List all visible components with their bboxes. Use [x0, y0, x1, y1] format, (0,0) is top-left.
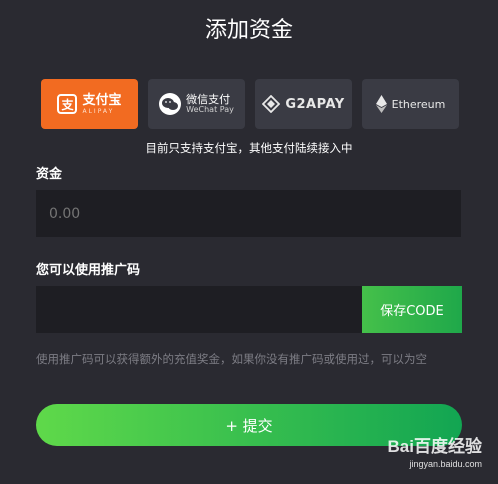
alipay-label-en: ALIPAY: [82, 107, 115, 115]
save-code-button[interactable]: 保存CODE: [362, 286, 462, 333]
page-title: 添加资金: [204, 18, 293, 43]
payment-option-alipay[interactable]: 支 支付宝 ALIPAY: [41, 79, 138, 129]
wechat-label: 微信支付: [186, 93, 231, 107]
promo-code-input[interactable]: [36, 286, 362, 333]
payment-method-list: 支 支付宝 ALIPAY 微信支付 WeChat Pay G2APAY Ethe…: [41, 79, 459, 129]
wechat-icon: [159, 93, 182, 115]
ethereum-label: Ethereum: [391, 97, 446, 111]
ethereum-icon: [375, 95, 387, 113]
wechat-label-en: WeChat Pay: [186, 104, 234, 114]
alipay-icon: 支: [57, 94, 78, 114]
promo-hint: 使用推广码可以获得额外的充值奖金，如果你没有推广码或使用过，可以为空: [36, 352, 427, 366]
promo-code-label: 您可以使用推广码: [36, 263, 141, 278]
watermark: Bai百度经验 jingyan.baidu.com: [362, 432, 482, 476]
g2apay-label: G2APAY: [285, 96, 345, 112]
watermark-url: jingyan.baidu.com: [409, 459, 482, 469]
watermark-brand: Bai百度经验: [387, 437, 482, 456]
funds-label: 资金: [36, 167, 63, 182]
payment-option-ethereum[interactable]: Ethereum: [362, 79, 459, 129]
payment-notice: 目前只支持支付宝，其他支付陆续接入中: [145, 141, 353, 155]
alipay-label: 支付宝: [82, 92, 122, 108]
g2a-icon: [262, 95, 281, 113]
payment-option-wechat[interactable]: 微信支付 WeChat Pay: [148, 79, 245, 129]
payment-option-g2apay[interactable]: G2APAY: [255, 79, 352, 129]
funds-input[interactable]: [36, 190, 461, 237]
